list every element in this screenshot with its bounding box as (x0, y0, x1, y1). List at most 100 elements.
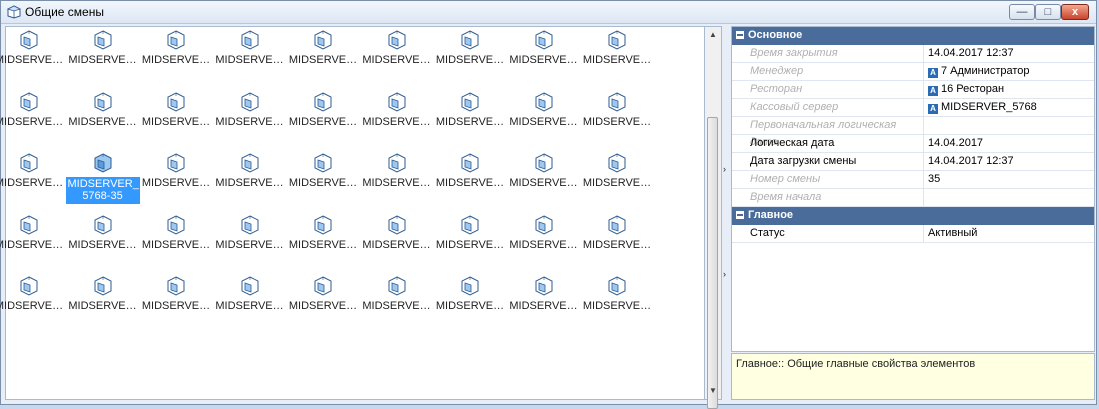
midserver-shift-icon (167, 30, 185, 50)
title-bar[interactable]: Общие смены — □ x (1, 1, 1096, 24)
shift-item[interactable]: MIDSERVE… (139, 152, 213, 210)
property-value[interactable]: A7 Администратор (928, 63, 1030, 80)
property-category[interactable]: Главное (732, 207, 1094, 225)
property-value[interactable]: 35 (928, 171, 940, 188)
maximize-button[interactable]: □ (1035, 4, 1061, 20)
shift-item[interactable]: MIDSERVE… (0, 275, 66, 333)
property-row[interactable]: Статус Активный (732, 225, 1094, 243)
shift-item-label: MIDSERVE… (68, 54, 137, 66)
shift-item[interactable]: MIDSERVE… (286, 91, 360, 149)
shift-item[interactable]: MIDSERVE… (213, 275, 287, 333)
shift-item[interactable]: MIDSERVE… (507, 152, 581, 210)
property-row[interactable]: Время начала (732, 189, 1094, 207)
property-grid: Основное Время закрытия 14.04.2017 12:37 Ме… (731, 26, 1095, 352)
property-value[interactable]: Активный (928, 225, 977, 242)
shift-item[interactable]: MIDSERVE… (213, 91, 287, 149)
scroll-thumb[interactable] (707, 117, 718, 409)
property-name: Время закрытия (732, 45, 924, 62)
shift-item[interactable]: MIDSERVE… (360, 275, 434, 333)
shift-item[interactable]: MIDSERVE… (213, 214, 287, 272)
property-category[interactable]: Основное (732, 27, 1094, 45)
shift-item[interactable]: MIDSERVE… (580, 91, 654, 149)
shift-item[interactable]: MIDSERVE… (139, 29, 213, 87)
shift-item[interactable]: MIDSERVE… (0, 91, 66, 149)
shift-item[interactable]: MIDSERVE… (213, 152, 287, 210)
scroll-up-arrow-icon[interactable]: ▲ (705, 27, 721, 43)
close-button[interactable]: x (1061, 4, 1089, 20)
shift-item-label: MIDSERVE… (362, 54, 431, 66)
property-row[interactable]: Менеджер A 7 Администратор (732, 63, 1094, 81)
shift-item[interactable]: MIDSERVE… (433, 152, 507, 210)
category-title: Основное (748, 29, 803, 41)
shift-item-label: MIDSERVER_ 5768-35 (65, 177, 140, 204)
shift-item-label: MIDSERVE… (362, 238, 431, 251)
midserver-shift-icon (167, 276, 185, 296)
shift-item[interactable]: MIDSERVE… (507, 275, 581, 333)
scroll-down-arrow-icon[interactable]: ▼ (705, 383, 721, 399)
splitter-arrow-icon[interactable]: › (723, 164, 726, 174)
shift-item[interactable]: MIDSERVER_ 5768-35 (65, 152, 140, 210)
property-value[interactable]: 14.04.2017 12:37 (928, 153, 1014, 170)
shift-item[interactable]: MIDSERVE… (286, 275, 360, 333)
shift-item[interactable]: MIDSERVE… (360, 214, 434, 272)
shift-item-label: MIDSERVE… (435, 54, 505, 66)
vertical-scrollbar[interactable]: ▲ ▼ (705, 26, 722, 409)
shift-item[interactable]: MIDSERVE… (139, 275, 213, 333)
shift-item[interactable]: MIDSERVE… (0, 214, 66, 272)
midserver-shift-icon (241, 153, 258, 173)
minimize-button[interactable]: — (1009, 4, 1035, 20)
property-row[interactable]: Дата загрузки смены 14.04.2017 12:37 (732, 153, 1094, 171)
shift-item[interactable]: MIDSERVE… (360, 29, 434, 87)
shift-item[interactable]: MIDSERVE… (580, 29, 654, 87)
shift-item[interactable]: MIDSERVE… (139, 91, 213, 149)
property-row[interactable]: Время закрытия 14.04.2017 12:37 (732, 45, 1094, 63)
property-row[interactable]: Кассовый сервер A MIDSERVER_5768 (732, 99, 1094, 117)
midserver-shift-icon (94, 276, 111, 296)
property-value-text: 35 (928, 173, 941, 185)
midserver-shift-icon (20, 91, 38, 112)
shift-cube-icon (7, 5, 21, 19)
shift-item[interactable]: MIDSERVE… (580, 152, 654, 210)
shift-item[interactable]: MIDSERVE… (433, 29, 507, 87)
splitter-arrow-icon[interactable]: › (723, 269, 726, 279)
property-name: Менеджер (732, 63, 924, 80)
shift-item[interactable]: MIDSERVE… (286, 214, 360, 272)
shift-item[interactable]: MIDSERVE… (433, 91, 507, 149)
property-value[interactable]: 14.04.2017 12:37 (928, 45, 1014, 62)
shift-item[interactable]: MIDSERVE… (360, 152, 434, 210)
shift-item[interactable]: MIDSERVE… (66, 29, 140, 87)
shift-item[interactable]: MIDSERVE… (360, 91, 434, 149)
shift-item[interactable]: MIDSERVE… (507, 29, 581, 87)
shift-item[interactable]: MIDSERVE… (433, 214, 507, 272)
shift-item[interactable]: MIDSERVE… (507, 214, 581, 272)
main-window: Общие смены — □ x MIDSERVE… MIDSERVE… MIDS… (0, 0, 1097, 409)
property-row[interactable]: Номер смены 35 (732, 171, 1094, 189)
shift-item[interactable]: MIDSERVE… (580, 214, 654, 272)
shift-item[interactable]: MIDSERVE… (507, 91, 581, 149)
property-row[interactable]: Ресторан A 16 Ресторан (732, 81, 1094, 99)
minimize-icon: — (1016, 6, 1028, 18)
property-value[interactable]: A 16 Ресторан (928, 81, 1004, 98)
shift-item[interactable]: MIDSERVE… (0, 152, 66, 210)
shift-item[interactable]: MIDSERVE… (213, 29, 287, 87)
property-value[interactable]: 14.04.2017 (928, 135, 983, 152)
midserver-shift-icon (608, 276, 626, 296)
property-value[interactable]: A MIDSERVER_5768 (928, 99, 1037, 116)
panel-splitter[interactable]: › › (722, 26, 731, 400)
shift-item[interactable]: MIDSERVE… (0, 29, 66, 87)
shift-item[interactable]: MIDSERVE… (286, 29, 360, 87)
collapse-icon[interactable] (736, 211, 744, 219)
property-row[interactable]: Логическая дата 14.04.2017 (732, 135, 1094, 153)
shift-item-label: MIDSERVE… (362, 177, 431, 189)
property-row[interactable]: Первоначальная логическая дата (732, 117, 1094, 148)
midserver-shift-icon (20, 30, 38, 50)
shift-item[interactable]: MIDSERVE… (433, 275, 507, 333)
shift-item[interactable]: MIDSERVE… (66, 214, 140, 272)
shift-item[interactable]: MIDSERVE… (66, 91, 140, 149)
shift-item[interactable]: MIDSERVE… (139, 214, 213, 272)
shift-item[interactable]: MIDSERVE… (580, 275, 654, 333)
shift-item[interactable]: MIDSERVE… (66, 275, 140, 333)
collapse-icon[interactable] (736, 31, 744, 39)
midserver-shift-icon (608, 30, 626, 50)
shift-item[interactable]: MIDSERVE… (286, 152, 360, 210)
